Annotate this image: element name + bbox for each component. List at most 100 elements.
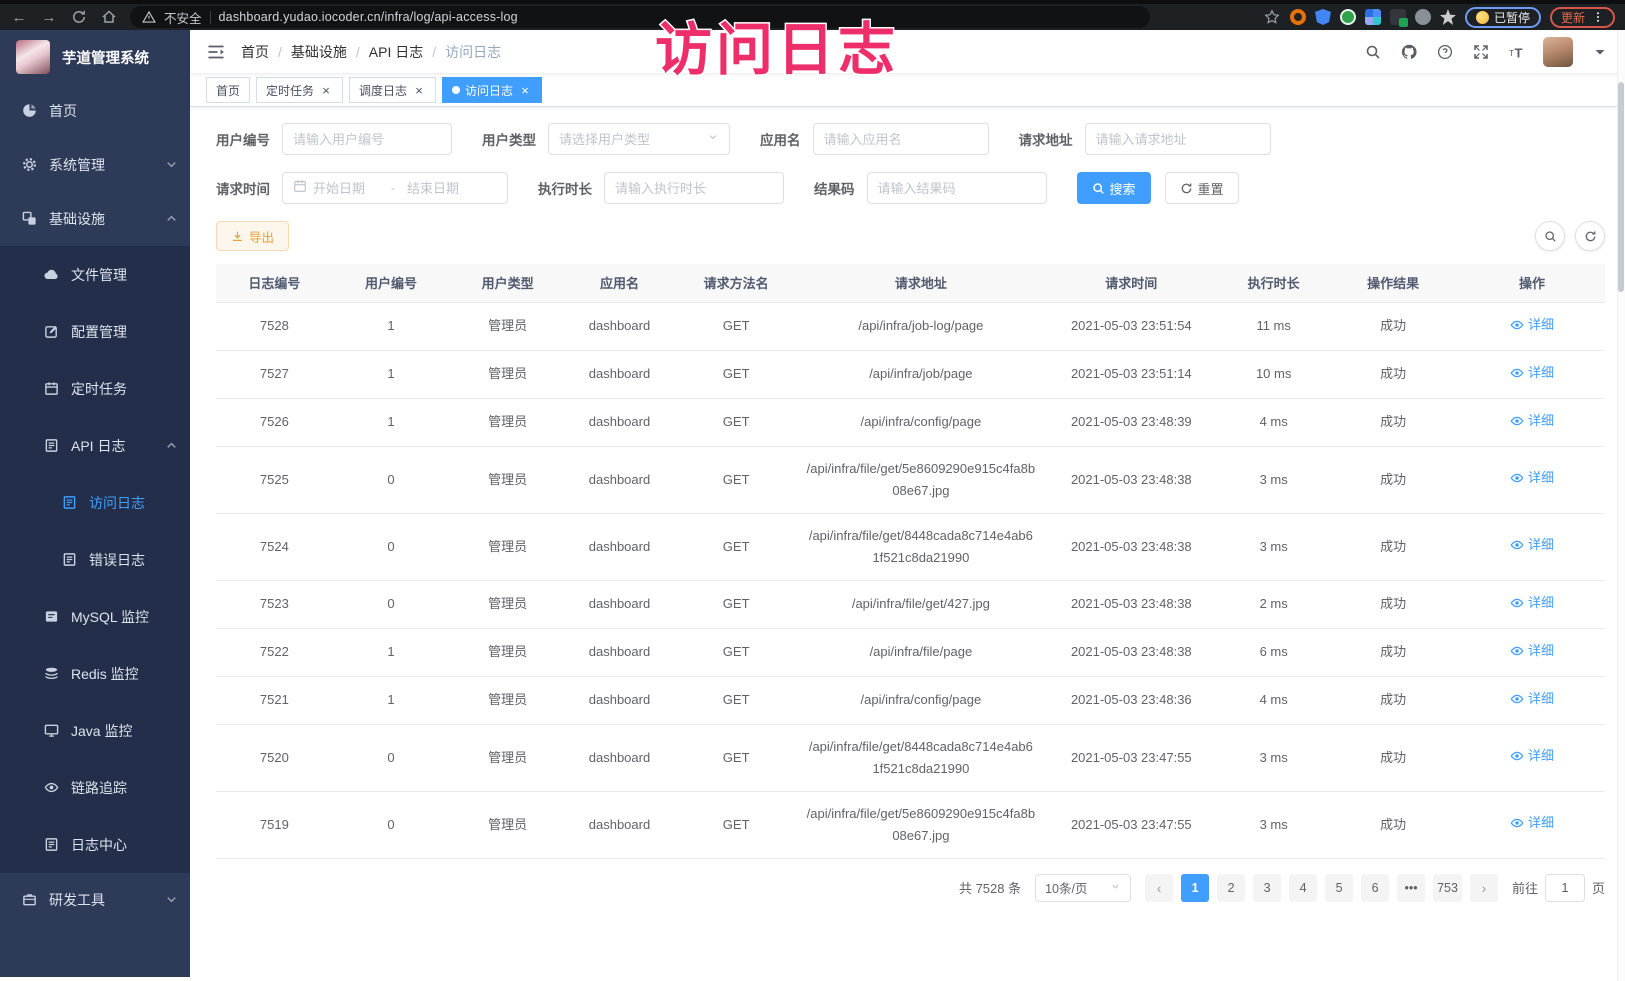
- detail-link[interactable]: 详细: [1510, 592, 1554, 614]
- extension-icon[interactable]: [1365, 9, 1381, 25]
- reset-button[interactable]: 重置: [1165, 172, 1239, 204]
- sidebar-item-redis[interactable]: Redis 监控: [0, 645, 190, 702]
- end-date-field[interactable]: [407, 181, 473, 196]
- extension-shield-icon[interactable]: [1315, 9, 1331, 25]
- tags-bar: 首页定时任务×调度日志×访问日志×: [190, 74, 1625, 107]
- app-name-input[interactable]: [813, 123, 989, 155]
- detail-link[interactable]: 详细: [1510, 534, 1554, 556]
- close-icon[interactable]: ×: [518, 84, 532, 97]
- date-range-picker[interactable]: -: [282, 172, 508, 204]
- refresh-table-button[interactable]: [1575, 221, 1605, 251]
- page-3[interactable]: 3: [1253, 874, 1281, 902]
- detail-link[interactable]: 详细: [1510, 410, 1554, 432]
- sidebar-item-access-log[interactable]: 访问日志: [0, 474, 190, 531]
- user-type-field[interactable]: [559, 132, 701, 147]
- browser-menu-icon[interactable]: [1592, 8, 1604, 26]
- sidebar-item-infra[interactable]: 基础设施: [0, 192, 190, 246]
- font-size-icon[interactable]: TT: [1507, 42, 1526, 61]
- tab-access-log[interactable]: 访问日志×: [442, 77, 542, 103]
- page-6[interactable]: 6: [1361, 874, 1389, 902]
- user-id-input[interactable]: [282, 123, 452, 155]
- breadcrumb-item[interactable]: 基础设施: [291, 42, 347, 62]
- detail-link[interactable]: 详细: [1510, 745, 1554, 767]
- export-button[interactable]: 导出: [216, 221, 289, 251]
- user-id-field[interactable]: [293, 132, 441, 147]
- paused-badge[interactable]: 已暂停: [1465, 7, 1541, 28]
- close-icon[interactable]: ×: [412, 84, 426, 97]
- request-url-input[interactable]: [1085, 123, 1271, 155]
- sidebar-item-system[interactable]: 系统管理: [0, 138, 190, 192]
- start-date-field[interactable]: [313, 181, 379, 196]
- page-753[interactable]: 753: [1433, 874, 1462, 902]
- request-url-field[interactable]: [1096, 132, 1260, 147]
- sidebar-item-log-center[interactable]: 日志中心: [0, 816, 190, 873]
- result-code-input[interactable]: [867, 172, 1047, 204]
- duration-input[interactable]: [604, 172, 784, 204]
- caret-down-icon[interactable]: [1590, 42, 1609, 61]
- sidebar-item-file[interactable]: 文件管理: [0, 246, 190, 303]
- extension-icon[interactable]: [1290, 9, 1306, 25]
- sidebar-item-job[interactable]: 定时任务: [0, 360, 190, 417]
- goto-page-input[interactable]: [1545, 874, 1585, 902]
- forward-icon[interactable]: →: [40, 8, 58, 26]
- page-5[interactable]: 5: [1325, 874, 1353, 902]
- hamburger-icon[interactable]: [206, 42, 226, 62]
- detail-link[interactable]: 详细: [1510, 812, 1554, 834]
- sidebar-item-java[interactable]: Java 监控: [0, 702, 190, 759]
- sidebar-item-trace[interactable]: 链路追踪: [0, 759, 190, 816]
- home-icon[interactable]: [100, 8, 118, 26]
- extension-translate-icon[interactable]: [1390, 9, 1406, 25]
- page-1[interactable]: 1: [1181, 874, 1209, 902]
- duration-field[interactable]: [615, 181, 773, 196]
- user-avatar[interactable]: [1543, 37, 1573, 67]
- update-button[interactable]: 更新: [1550, 7, 1615, 28]
- detail-link[interactable]: 详细: [1510, 467, 1554, 489]
- detail-link[interactable]: 详细: [1510, 314, 1554, 336]
- log-icon: [62, 495, 78, 511]
- cell-time: 2021-05-03 23:47:55: [1042, 724, 1220, 791]
- detail-link[interactable]: 详细: [1510, 640, 1554, 662]
- page-more[interactable]: •••: [1397, 874, 1425, 902]
- reload-icon[interactable]: [70, 8, 88, 26]
- scrollbar-thumb[interactable]: [1618, 82, 1624, 292]
- sidebar-item-api-log[interactable]: API 日志: [0, 417, 190, 474]
- tab-job[interactable]: 定时任务×: [256, 77, 343, 103]
- address-bar[interactable]: 不安全 dashboard.yudao.iocoder.cn/infra/log…: [130, 6, 1150, 28]
- sidebar-item-dev-tools[interactable]: 研发工具: [0, 873, 190, 927]
- search-button[interactable]: 搜索: [1077, 172, 1151, 204]
- user-type-select[interactable]: [548, 123, 730, 155]
- extension-icon[interactable]: [1340, 9, 1356, 25]
- github-icon[interactable]: [1399, 42, 1418, 61]
- extension-icon[interactable]: [1415, 9, 1431, 25]
- detail-link[interactable]: 详细: [1510, 362, 1554, 384]
- sidebar-item-home[interactable]: 首页: [0, 84, 190, 138]
- security-label[interactable]: 不安全: [164, 8, 202, 27]
- sidebar-item-config[interactable]: 配置管理: [0, 303, 190, 360]
- breadcrumb-item[interactable]: API 日志: [369, 42, 423, 62]
- sidebar-item-mysql[interactable]: MySQL 监控: [0, 588, 190, 645]
- url-text[interactable]: dashboard.yudao.iocoder.cn/infra/log/api…: [219, 10, 518, 24]
- app-name-field[interactable]: [824, 132, 978, 147]
- fullscreen-icon[interactable]: [1471, 42, 1490, 61]
- tab-home[interactable]: 首页: [206, 77, 250, 103]
- breadcrumb-item[interactable]: 首页: [241, 42, 269, 62]
- search-icon[interactable]: [1363, 42, 1382, 61]
- sidebar-item-error-log[interactable]: 错误日志: [0, 531, 190, 588]
- next-page-button[interactable]: ›: [1470, 874, 1498, 902]
- bookmark-star-icon[interactable]: [1263, 8, 1281, 26]
- page-size-select[interactable]: 10条/页: [1035, 874, 1131, 902]
- toggle-search-button[interactable]: [1535, 221, 1565, 251]
- prev-page-button[interactable]: ‹: [1145, 874, 1173, 902]
- tab-job-log[interactable]: 调度日志×: [349, 77, 436, 103]
- cell-result: 成功: [1327, 580, 1459, 628]
- extensions-puzzle-icon[interactable]: [1440, 9, 1456, 25]
- detail-link[interactable]: 详细: [1510, 688, 1554, 710]
- back-icon[interactable]: ←: [10, 8, 28, 26]
- close-icon[interactable]: ×: [319, 84, 333, 97]
- page-2[interactable]: 2: [1217, 874, 1245, 902]
- page-4[interactable]: 4: [1289, 874, 1317, 902]
- result-code-field[interactable]: [878, 181, 1036, 196]
- app-logo[interactable]: 芋道管理系统: [0, 30, 190, 84]
- help-icon[interactable]: [1435, 42, 1454, 61]
- page-scrollbar[interactable]: [1617, 30, 1625, 981]
